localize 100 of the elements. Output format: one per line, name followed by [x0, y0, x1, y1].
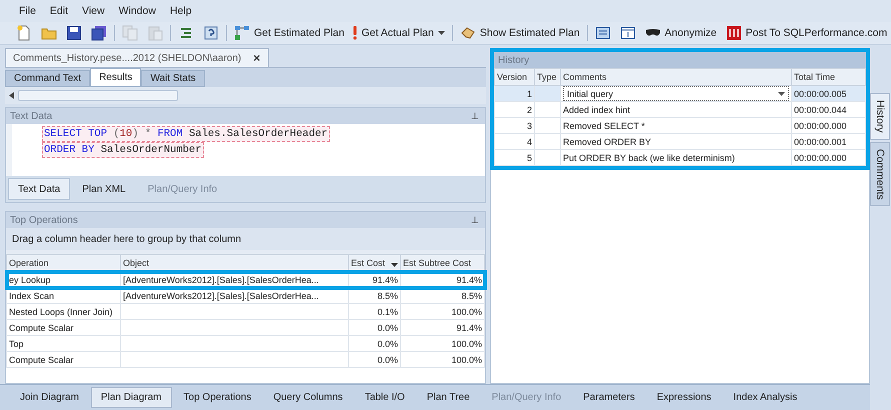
table-row[interactable]: 4 Removed ORDER BY 00:00:00.001: [494, 134, 866, 150]
pin-button[interactable]: ⊥: [471, 111, 479, 121]
table-cell: 0.0%: [377, 322, 398, 332]
help-icon: [203, 25, 219, 41]
column-header[interactable]: Est Cost: [348, 254, 400, 272]
menu-item[interactable]: Window: [114, 3, 161, 19]
panel-title: Top Operations: [10, 214, 78, 226]
tab[interactable]: Index Analysis: [723, 387, 808, 408]
tab[interactable]: Plan Diagram: [90, 387, 172, 408]
menu-item[interactable]: View: [77, 3, 110, 19]
toolbar-button[interactable]: Post To SQLPerformance.com: [724, 23, 890, 43]
column-header[interactable]: Object: [120, 254, 348, 272]
table-row[interactable]: 3 Removed SELECT * 00:00:00.000: [494, 118, 866, 134]
tab[interactable]: Join Diagram: [10, 387, 89, 408]
table-cell: Removed ORDER BY: [563, 136, 652, 146]
table-cell: [AdventureWorks2012].[Sales].[SalesOrderHea...: [123, 274, 319, 284]
group-by-hint: Drag a column header here to group by that column: [12, 234, 242, 244]
table-cell: 00:00:00.005: [794, 88, 847, 98]
table-cell: 00:00:00.000: [794, 120, 847, 130]
tab[interactable]: Results: [90, 68, 142, 87]
menu-item[interactable]: File: [14, 3, 41, 19]
table-row[interactable]: 1 Initial query 00:00:00.005: [494, 86, 866, 102]
toolbar-button[interactable]: Anonymize: [642, 23, 719, 43]
side-tab[interactable]: History: [870, 93, 890, 140]
column-header[interactable]: Comments: [560, 68, 792, 86]
column-header[interactable]: Version: [494, 68, 534, 86]
column-header[interactable]: Total Time: [792, 68, 866, 86]
tab[interactable]: Command Text: [5, 70, 90, 87]
logo-icon: [726, 25, 742, 41]
table-cell: 00:00:00.044: [794, 104, 847, 114]
tab[interactable]: Expressions: [646, 387, 722, 408]
table-cell: Nested Loops (Inner Join): [9, 306, 113, 316]
table-cell: Removed SELECT *: [563, 120, 645, 130]
lines-icon: [178, 25, 194, 41]
table-row[interactable]: Top 0.0% 100.0%: [6, 336, 484, 352]
tab[interactable]: Plan Tree: [416, 387, 480, 408]
column-header[interactable]: Operation: [6, 254, 120, 272]
table-cell: 0.1%: [377, 306, 398, 316]
tab[interactable]: Plan XML: [72, 178, 136, 200]
table-cell: Index Scan: [9, 290, 54, 300]
table-cell: 00:00:00.001: [794, 136, 847, 146]
tab[interactable]: Table I/O: [354, 387, 415, 408]
column-header[interactable]: Est Subtree Cost: [400, 254, 484, 272]
pin-button[interactable]: ⊥: [471, 215, 479, 225]
grid-icon: [594, 25, 611, 41]
table-row[interactable]: ey Lookup [AdventureWorks2012].[Sales].[SalesOrderHea... 91.4% 91.4%: [6, 272, 484, 288]
exclamation-icon: [353, 26, 358, 40]
table-cell: 91.4%: [372, 274, 398, 284]
arrow-left-icon: [9, 92, 14, 99]
table-cell: 8.5%: [377, 290, 398, 300]
table-cell: Compute Scalar: [9, 354, 74, 364]
table-cell: 8.5%: [461, 290, 482, 300]
table-row[interactable]: Nested Loops (Inner Join) 0.1% 100.0%: [6, 304, 484, 320]
toolbar-button[interactable]: Get Estimated Plan: [232, 23, 346, 43]
table-cell: 91.4%: [456, 274, 482, 284]
toolbar-icon-button[interactable]: [89, 23, 109, 43]
table-row[interactable]: 2 Added index hint 00:00:00.044: [494, 102, 866, 118]
side-tab[interactable]: Comments: [870, 142, 890, 206]
toolbar-button[interactable]: Get Actual Plan: [351, 23, 447, 43]
menu-item[interactable]: Help: [164, 3, 197, 19]
panel-title: History: [498, 54, 530, 66]
tab[interactable]: Top Operations: [174, 387, 262, 408]
table-row[interactable]: Compute Scalar 0.0% 91.4%: [6, 320, 484, 336]
window-icon: [620, 25, 636, 41]
panel-title: Text Data: [10, 110, 52, 122]
tab[interactable]: Query Columns: [263, 387, 353, 408]
code-editor[interactable]: SELECT TOP (10) * FROM Sales.SalesOrderHeader ORDER BY SalesOrderNumber: [6, 124, 485, 176]
close-button[interactable]: ×: [253, 51, 260, 65]
document-tab[interactable]: Comments_History.pese....2012 (SHELDON\aaron) ×: [5, 48, 270, 67]
table-cell: 100.0%: [451, 354, 482, 364]
tab[interactable]: Parameters: [573, 387, 645, 408]
table-cell: Put ORDER BY back (we like determinism): [563, 152, 735, 162]
tab[interactable]: Text Data: [8, 178, 70, 200]
table-cell: ey Lookup: [9, 274, 51, 284]
table-cell: 91.4%: [456, 322, 482, 332]
save-icon: [66, 25, 82, 41]
plan-icon: [234, 25, 250, 41]
table-cell: [AdventureWorks2012].[Sales].[SalesOrderHea...: [123, 290, 319, 300]
table-cell: 4: [526, 136, 532, 146]
toolbar-button[interactable]: Show Estimated Plan: [458, 23, 582, 43]
table-cell: 2: [526, 104, 532, 114]
table-row[interactable]: 5 Put ORDER BY back (we like determinism) 00:00:00.000: [494, 150, 866, 166]
table-cell: 00:00:00.000: [794, 152, 847, 162]
copy-icon: [122, 25, 138, 41]
menu-item[interactable]: Edit: [44, 3, 74, 19]
table-cell: 0.0%: [377, 354, 398, 364]
table-cell: Added index hint: [563, 104, 630, 114]
column-header[interactable]: Type: [534, 68, 560, 86]
tab[interactable]: Wait Stats: [141, 70, 205, 87]
table-row[interactable]: Compute Scalar 0.0% 100.0%: [6, 352, 484, 368]
new-file-icon: [16, 25, 32, 41]
caret-icon: [778, 92, 785, 96]
table-cell: 5: [526, 152, 532, 162]
toolbar-icon-button[interactable]: [64, 23, 84, 43]
table-cell: 3: [526, 120, 532, 130]
comment-field[interactable]: Initial query: [563, 86, 789, 100]
save-all-icon: [91, 25, 107, 41]
scrollbar[interactable]: [5, 87, 486, 104]
table-cell: 100.0%: [451, 306, 482, 316]
paste-icon: [147, 25, 163, 41]
